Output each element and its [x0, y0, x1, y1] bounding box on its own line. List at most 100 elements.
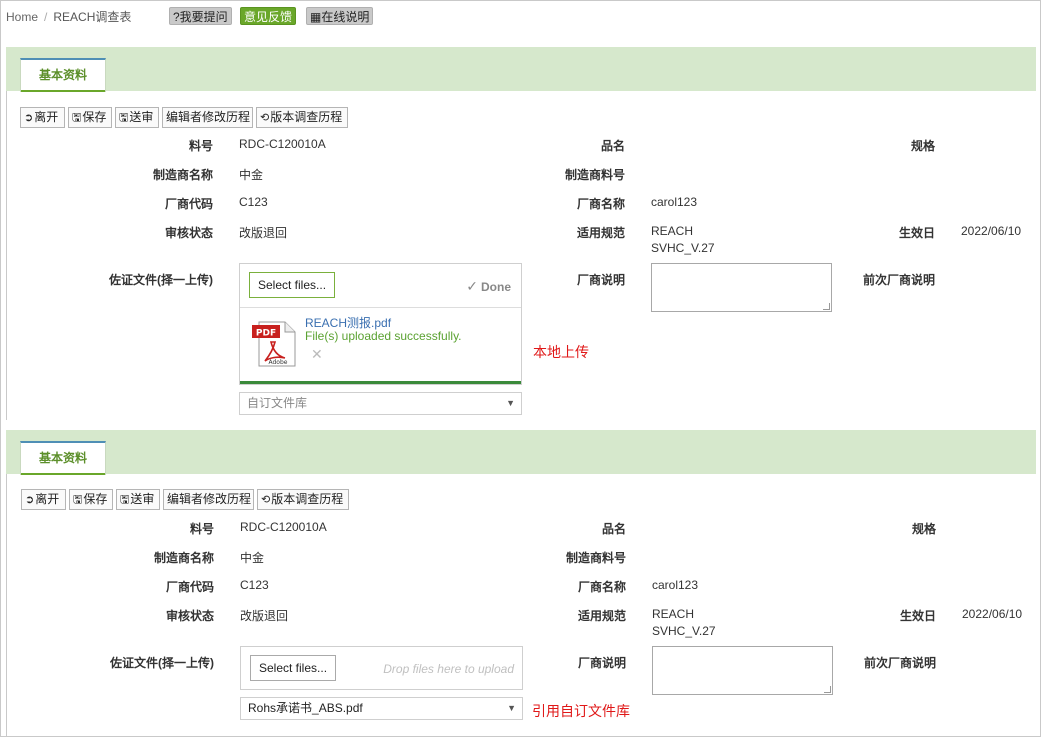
- effective-date-label: 生效日: [898, 226, 935, 240]
- dropdown-arrow-icon: ▼: [506, 398, 515, 408]
- pdf-icon-badge-text: PDF: [256, 329, 276, 339]
- custom-library-select[interactable]: 自订文件库 ▼: [239, 392, 522, 415]
- review-status-label: 审核状态: [165, 609, 214, 623]
- remove-file-icon[interactable]: ✕: [311, 346, 323, 363]
- vendor-code-value: C123: [240, 578, 269, 592]
- part-no-value: RDC-C120010A: [240, 520, 327, 534]
- save-icon: 🖫: [72, 112, 82, 124]
- pdf-icon-brand-text: Adobe: [269, 359, 288, 366]
- breadcrumb-separator: /: [44, 10, 48, 24]
- effective-date-value: 2022/06/10: [961, 224, 1022, 238]
- exit-icon: ➲: [24, 112, 34, 124]
- resize-grip-icon[interactable]: [823, 303, 830, 310]
- upload-done-status: ✓ Done: [466, 278, 511, 295]
- history-icon: ⟲: [261, 494, 271, 506]
- save-label: 保存: [83, 492, 108, 506]
- review-status-value: 改版退回: [239, 226, 288, 240]
- select-files-button[interactable]: Select files...: [249, 272, 336, 298]
- evidence-file-label: 佐证文件(择一上传): [109, 273, 213, 287]
- history-icon: ⟲: [260, 112, 270, 124]
- vendor-code-label: 厂商代码: [165, 580, 214, 594]
- vendor-name-value: carol123: [652, 578, 699, 592]
- book-icon: ▦: [310, 10, 322, 24]
- tab-basic-info[interactable]: 基本资料: [20, 58, 106, 92]
- drop-files-hint: Drop files here to upload: [383, 662, 514, 676]
- checkmark-icon: ✓: [466, 278, 478, 294]
- section-left-border: [6, 90, 7, 420]
- exit-icon: ➲: [25, 494, 35, 506]
- vendor-name-label: 厂商名称: [577, 580, 626, 594]
- effective-date-label: 生效日: [899, 609, 936, 623]
- evidence-file-label: 佐证文件(择一上传): [110, 656, 214, 670]
- library-reference-annotation: 引用自订文件库: [532, 703, 630, 719]
- tab-basic-info[interactable]: 基本资料: [20, 441, 106, 475]
- regulation-value-line2: SVHC_V.27: [652, 624, 716, 638]
- pdf-file-icon: PDF Adobe: [252, 321, 296, 367]
- save-button[interactable]: 🖫保存: [68, 107, 112, 128]
- custom-library-select[interactable]: Rohs承诺书_ABS.pdf ▼: [240, 697, 523, 720]
- version-history-button[interactable]: ⟲版本调查历程: [257, 489, 349, 510]
- local-upload-annotation: 本地上传: [533, 344, 589, 360]
- breadcrumb: Home / REACH调查表: [6, 8, 131, 25]
- previous-vendor-note-label: 前次厂商说明: [863, 656, 936, 670]
- vendor-name-label: 厂商名称: [576, 197, 625, 211]
- manufacturer-part-no-label: 制造商料号: [565, 551, 626, 565]
- tab-label: 基本资料: [38, 451, 87, 465]
- custom-library-placeholder: 自订文件库: [247, 396, 308, 410]
- vendor-note-textarea[interactable]: [651, 263, 832, 312]
- vendor-note-label: 厂商说明: [577, 656, 626, 670]
- save-icon: 🖫: [73, 494, 83, 506]
- regulation-value-line2: SVHC_V.27: [651, 241, 715, 255]
- part-no-value: RDC-C120010A: [239, 137, 326, 151]
- tab-strip: 基本资料: [6, 430, 1036, 475]
- vendor-note-label: 厂商说明: [576, 273, 625, 287]
- select-files-button[interactable]: Select files...: [250, 655, 337, 681]
- file-upload-dropzone[interactable]: Select files... Drop files here to uploa…: [240, 646, 523, 690]
- feedback-button[interactable]: 意见反馈: [240, 7, 297, 25]
- breadcrumb-home-link[interactable]: Home: [6, 10, 38, 24]
- tab-label: 基本资料: [38, 68, 87, 82]
- vendor-code-label: 厂商代码: [164, 197, 213, 211]
- resize-grip-icon[interactable]: [824, 686, 831, 693]
- ask-question-button[interactable]: ?我要提问: [169, 7, 232, 25]
- product-name-label: 品名: [601, 522, 626, 536]
- section-left-border: [6, 474, 7, 736]
- version-history-button[interactable]: ⟲版本调查历程: [256, 107, 348, 128]
- manufacturer-part-no-label: 制造商料号: [564, 168, 625, 182]
- submit-review-button[interactable]: 🖫送审: [116, 489, 160, 510]
- submit-label: 送审: [129, 110, 154, 124]
- review-status-label: 审核状态: [164, 226, 213, 240]
- part-no-label: 料号: [189, 522, 214, 536]
- leave-button[interactable]: ➲离开: [20, 107, 65, 128]
- regulation-label: 适用规范: [576, 226, 625, 240]
- upload-status-text: File(s) uploaded successfully.: [305, 329, 462, 343]
- leave-label: 离开: [34, 110, 59, 124]
- regulation-label: 适用规范: [577, 609, 626, 623]
- save-label: 保存: [82, 110, 107, 124]
- manufacturer-name-label: 制造商名称: [153, 551, 214, 565]
- regulation-value-line1: REACH: [651, 224, 694, 238]
- spec-label: 规格: [911, 522, 936, 536]
- manufacturer-name-value: 中金: [239, 168, 264, 182]
- editor-history-button[interactable]: 编辑者修改历程: [163, 489, 254, 510]
- spec-label: 规格: [910, 139, 935, 153]
- manufacturer-name-label: 制造商名称: [152, 168, 213, 182]
- online-help-button[interactable]: ▦在线说明: [306, 7, 374, 25]
- previous-vendor-note-label: 前次厂商说明: [862, 273, 935, 287]
- tab-active-underline: [21, 473, 105, 475]
- version-history-label: 版本调查历程: [270, 110, 343, 124]
- breadcrumb-current: REACH调查表: [53, 10, 132, 24]
- file-upload-widget: Select files... ✓ Done PDF Adobe REACH测报.…: [239, 263, 522, 385]
- submit-review-button[interactable]: 🖫送审: [115, 107, 159, 128]
- upload-header: Select files... ✓ Done: [240, 264, 521, 308]
- submit-icon: 🖫: [120, 494, 130, 506]
- upload-progress-bar: [240, 381, 521, 384]
- save-button[interactable]: 🖫保存: [69, 489, 113, 510]
- dropdown-arrow-icon: ▼: [507, 703, 516, 713]
- tab-active-underline: [21, 90, 105, 92]
- vendor-note-textarea[interactable]: [652, 646, 833, 695]
- leave-button[interactable]: ➲离开: [21, 489, 66, 510]
- editor-history-button[interactable]: 编辑者修改历程: [162, 107, 253, 128]
- product-name-label: 品名: [600, 139, 625, 153]
- effective-date-value: 2022/06/10: [962, 607, 1023, 621]
